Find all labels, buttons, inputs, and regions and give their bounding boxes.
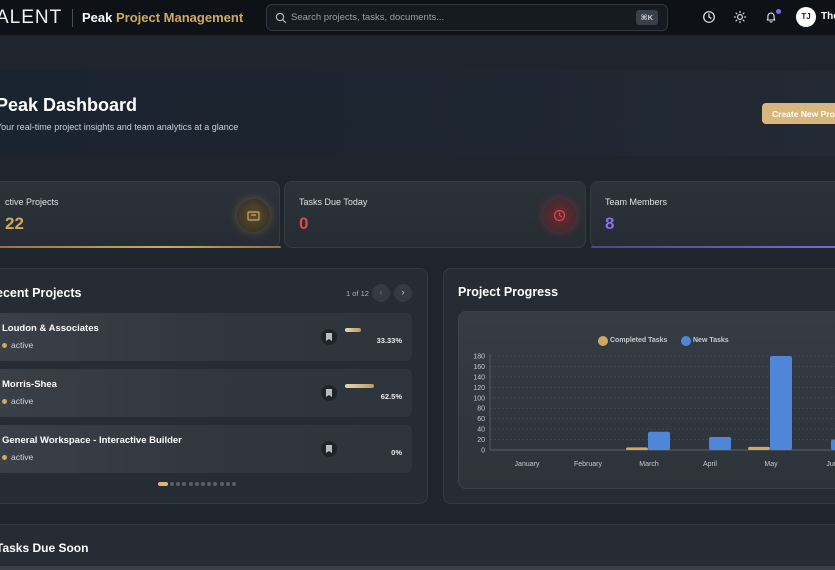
y-tick-label: 100 (473, 395, 485, 402)
tasks-due-soon-title: Tasks Due Soon (0, 541, 89, 555)
y-tick-label: 80 (477, 406, 485, 413)
bar-new-jun[interactable] (831, 439, 835, 450)
bar-completed-march[interactable] (626, 447, 648, 450)
y-tick-label: 20 (477, 437, 485, 444)
y-tick-label: 160 (473, 364, 485, 371)
tasks-due-soon-panel (0, 524, 835, 570)
y-tick-label: 180 (473, 354, 485, 361)
tasks-list-header (0, 566, 835, 570)
bar-completed-may[interactable] (748, 446, 770, 450)
x-tick-label: January (515, 461, 540, 468)
x-tick-label: Jun (826, 461, 835, 468)
y-tick-label: 60 (477, 416, 485, 423)
y-tick-label: 40 (477, 427, 485, 434)
y-tick-label: 120 (473, 385, 485, 392)
x-tick-label: February (574, 461, 603, 468)
y-tick-label: 140 (473, 374, 485, 381)
x-tick-label: April (703, 461, 717, 468)
x-tick-label: May (764, 461, 778, 468)
y-tick-label: 0 (481, 448, 485, 455)
x-tick-label: March (639, 461, 659, 468)
bar-chart: 0 20 40 60 80 100 120 140 160 180 January February M… (473, 354, 835, 468)
bar-new-march[interactable] (648, 431, 670, 450)
bar-new-april[interactable] (709, 436, 731, 450)
bar-new-may[interactable] (770, 356, 792, 450)
